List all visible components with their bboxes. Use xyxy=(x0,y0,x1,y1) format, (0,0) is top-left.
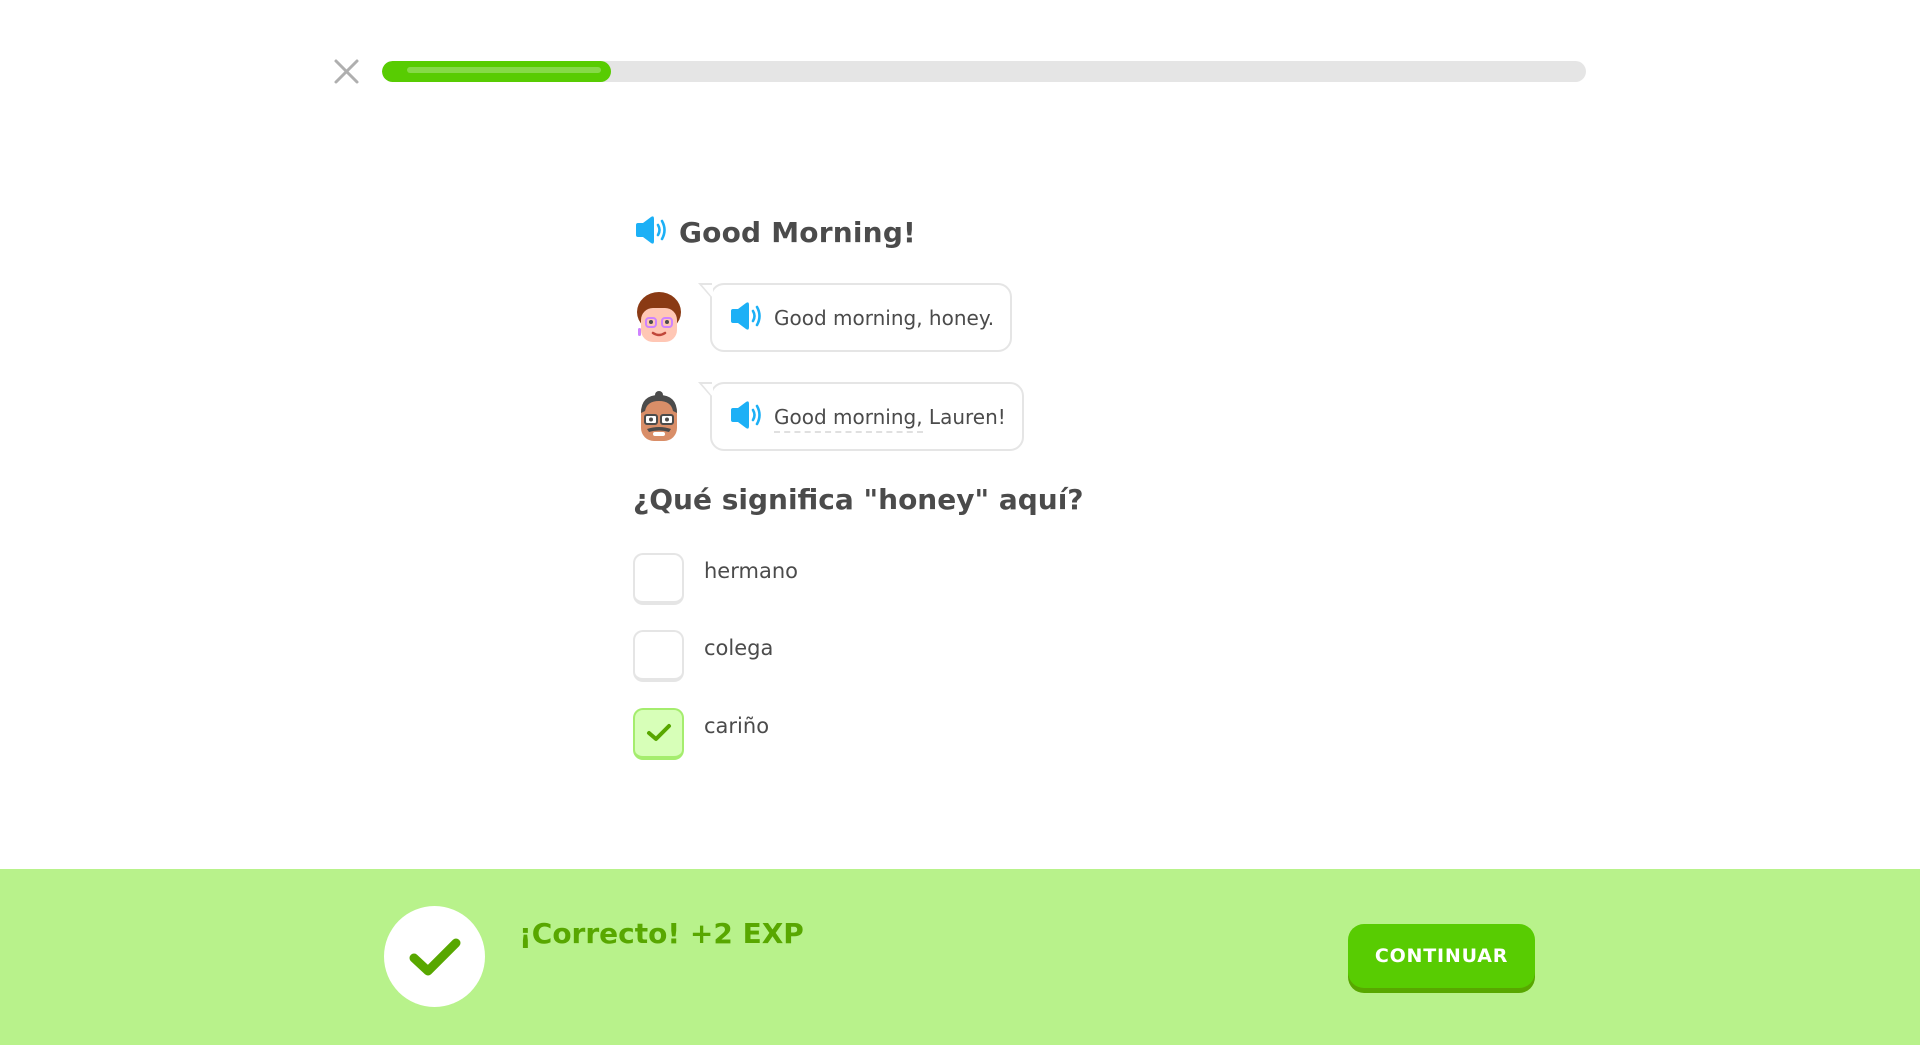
option-checkbox-checked[interactable] xyxy=(633,708,684,760)
line-1-speaker-button[interactable] xyxy=(728,301,764,335)
dialog-line-1: Good morning, honey. xyxy=(633,283,1013,352)
hint-word[interactable]: Good morning, xyxy=(774,404,923,433)
title-speaker-button[interactable] xyxy=(633,215,669,249)
lesson-page: Good Morning! Good morning, honey. Good … xyxy=(0,0,1920,1045)
line-2-speaker-button[interactable] xyxy=(728,400,764,434)
woman-avatar-icon xyxy=(637,291,681,342)
progress-bar xyxy=(382,61,1586,82)
option-label: colega xyxy=(704,636,774,660)
challenge-content: Good Morning! Good morning, honey. Good … xyxy=(633,210,1353,760)
option-carino[interactable]: cariño xyxy=(633,708,769,760)
question-text: ¿Qué significa "honey" aquí? xyxy=(633,483,1084,516)
close-button[interactable] xyxy=(333,58,360,85)
man-avatar-icon xyxy=(641,390,677,441)
result-message: ¡Correcto! +2 EXP xyxy=(519,917,804,950)
speaker-icon xyxy=(731,400,761,429)
dialog-text-2-rest: Lauren! xyxy=(922,404,1006,429)
progress-fill xyxy=(382,61,611,82)
lesson-title: Good Morning! xyxy=(679,215,917,249)
continue-button[interactable]: CONTINUAR xyxy=(1348,924,1535,988)
option-colega[interactable]: colega xyxy=(633,630,773,682)
result-footer: ¡Correcto! +2 EXP CONTINUAR xyxy=(0,869,1920,1045)
speaker-icon xyxy=(636,216,666,244)
option-label: hermano xyxy=(704,559,798,583)
check-icon xyxy=(646,724,671,741)
speech-bubble-1: Good morning, honey. xyxy=(697,283,1013,352)
check-icon xyxy=(409,938,460,975)
close-icon xyxy=(334,59,359,84)
result-badge xyxy=(384,906,485,1007)
dialog-text-2: Good morning, Lauren! xyxy=(774,404,1006,433)
speaker-icon xyxy=(731,301,761,330)
progress-shine xyxy=(407,67,601,73)
lesson-title-row: Good Morning! xyxy=(633,210,1353,254)
speech-bubble-2: Good morning, Lauren! xyxy=(698,382,1024,451)
option-checkbox[interactable] xyxy=(633,553,684,605)
option-label: cariño xyxy=(704,714,770,738)
option-hermano[interactable]: hermano xyxy=(633,553,798,605)
dialog-text-1: Good morning, honey. xyxy=(774,305,995,330)
option-checkbox[interactable] xyxy=(633,630,684,682)
dialog-line-2: Good morning, Lauren! xyxy=(633,382,1024,451)
